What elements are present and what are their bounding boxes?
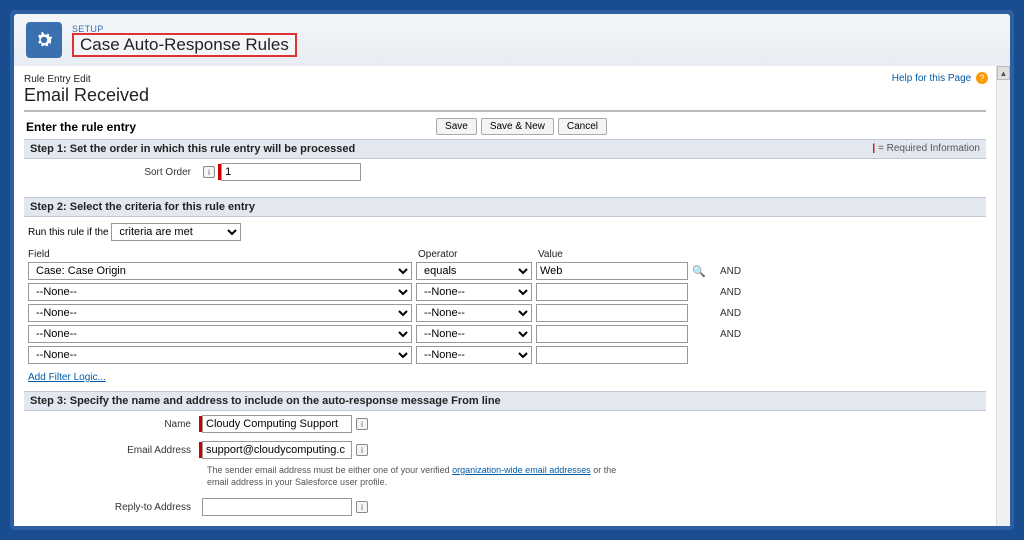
save-button[interactable]: Save [436, 118, 477, 135]
email-input[interactable] [202, 441, 352, 459]
help-icon[interactable]: ? [976, 72, 988, 84]
step1-header: Step 1: Set the order in which this rule… [24, 139, 986, 159]
info-icon[interactable]: i [356, 444, 368, 456]
lookup-icon[interactable]: 🔍 [692, 264, 706, 278]
rule-entry-edit-label: Rule Entry Edit [24, 74, 986, 85]
scroll-content: Help for this Page ? Rule Entry Edit Ema… [14, 66, 996, 526]
replyto-label: Reply-to Address [24, 502, 199, 513]
operator-select[interactable]: --None-- [416, 325, 532, 343]
run-rule-prefix: Run this rule if the [28, 227, 109, 238]
step2-header: Step 2: Select the criteria for this rul… [24, 197, 986, 217]
app-frame: SETUP Case Auto-Response Rules Help for … [10, 10, 1014, 530]
add-filter-logic-link[interactable]: Add Filter Logic... [28, 372, 106, 383]
criteria-row: Case: Case Originequals 🔍 AND [28, 262, 982, 280]
and-text: AND [720, 287, 741, 298]
field-select[interactable]: --None-- [28, 346, 412, 364]
run-rule-select[interactable]: criteria are met [111, 223, 241, 241]
value-input[interactable] [536, 283, 688, 301]
step3-header: Step 3: Specify the name and address to … [24, 391, 986, 411]
and-text: AND [720, 329, 741, 340]
info-icon[interactable]: i [203, 166, 215, 178]
content-area: Help for this Page ? Rule Entry Edit Ema… [14, 66, 1010, 526]
col-value: Value [538, 249, 698, 260]
email-label: Email Address [24, 445, 199, 456]
criteria-row: --None----None-- AND [28, 283, 982, 301]
info-icon[interactable]: i [356, 418, 368, 430]
value-input[interactable] [536, 325, 688, 343]
criteria-row: --None----None-- AND [28, 325, 982, 343]
help-link[interactable]: Help for this Page [892, 73, 972, 84]
help-link-wrap: Help for this Page ? [892, 72, 988, 84]
criteria-row: --None----None-- [28, 346, 982, 364]
replyto-row: Reply-to Address i [24, 494, 986, 520]
email-row: Email Address i [24, 437, 986, 463]
vertical-scrollbar[interactable]: ▲ [996, 66, 1010, 526]
criteria-table: Field Operator Value Case: Case Origineq… [28, 249, 982, 364]
name-row: Name i [24, 411, 986, 437]
sort-order-label: Sort Order [24, 167, 199, 178]
sort-order-row: Sort Order i [24, 159, 986, 185]
email-helper: The sender email address must be either … [207, 463, 627, 494]
step1-title: Step 1: Set the order in which this rule… [30, 143, 355, 155]
save-new-button[interactable]: Save & New [481, 118, 554, 135]
page-heading: Email Received [24, 85, 986, 106]
required-note: | = Required Information [872, 143, 980, 155]
field-select[interactable]: --None-- [28, 325, 412, 343]
and-text: AND [720, 266, 741, 277]
value-input[interactable] [536, 262, 688, 280]
field-select[interactable]: --None-- [28, 304, 412, 322]
section-title: Enter the rule entry [26, 120, 136, 134]
field-select[interactable]: --None-- [28, 283, 412, 301]
operator-select[interactable]: --None-- [416, 304, 532, 322]
add-filter-wrap: Add Filter Logic... [24, 367, 986, 391]
button-group: Save Save & New Cancel [436, 118, 607, 135]
criteria-head: Field Operator Value [28, 249, 982, 260]
operator-select[interactable]: --None-- [416, 283, 532, 301]
setup-header: SETUP Case Auto-Response Rules [14, 14, 1010, 66]
org-wide-link[interactable]: organization-wide email addresses [452, 465, 591, 475]
replyto-input[interactable] [202, 498, 352, 516]
col-operator: Operator [418, 249, 538, 260]
name-label: Name [24, 419, 199, 430]
operator-select[interactable]: --None-- [416, 346, 532, 364]
and-text: AND [720, 308, 741, 319]
sort-order-input[interactable] [221, 163, 361, 181]
cancel-button[interactable]: Cancel [558, 118, 607, 135]
section-row: Enter the rule entry Save Save & New Can… [24, 114, 986, 139]
gear-icon [26, 22, 62, 58]
field-select[interactable]: Case: Case Origin [28, 262, 412, 280]
step3-title: Step 3: Specify the name and address to … [30, 395, 501, 407]
scroll-up-arrow[interactable]: ▲ [997, 66, 1010, 80]
operator-select[interactable]: equals [416, 262, 532, 280]
value-input[interactable] [536, 304, 688, 322]
value-input[interactable] [536, 346, 688, 364]
header-text: SETUP Case Auto-Response Rules [72, 24, 297, 57]
step2-title: Step 2: Select the criteria for this rul… [30, 201, 255, 213]
page-title: Case Auto-Response Rules [72, 33, 297, 57]
info-icon[interactable]: i [356, 501, 368, 513]
criteria-row: --None----None-- AND [28, 304, 982, 322]
col-field: Field [28, 249, 418, 260]
run-rule-row: Run this rule if the criteria are met [24, 217, 986, 247]
name-input[interactable] [202, 415, 352, 433]
divider [24, 110, 986, 112]
